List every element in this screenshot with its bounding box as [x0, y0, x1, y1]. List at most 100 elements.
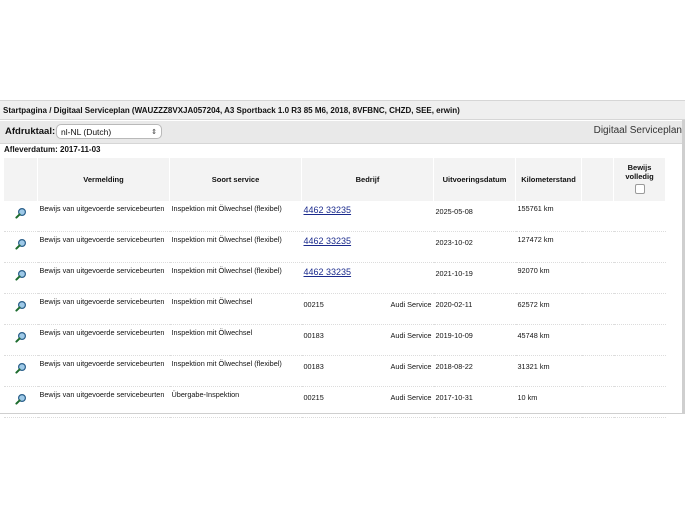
uitvoeringsdatum-cell: 2020-02-11 [433, 293, 516, 325]
table-row: Bewijs van uitgevoerde servicebeurten Ins… [3, 231, 666, 263]
soort-service-cell: Inspektion mit Ölwechsel (flexibel) [169, 262, 302, 294]
print-language-label: Afdruktaal: [5, 126, 56, 137]
table-row: Bewijs van uitgevoerde servicebeurten Übe… [3, 386, 666, 418]
table-row: Bewijs van uitgevoerde servicebeurten Ins… [3, 201, 666, 232]
header-vermelding: Vermelding [37, 158, 170, 201]
vermelding-cell: Bewijs van uitgevoerde servicebeurten [37, 324, 170, 356]
header-spacer [581, 158, 614, 201]
magnifier-icon [14, 331, 27, 345]
vermelding-cell: Bewijs van uitgevoerde servicebeurten [37, 386, 170, 418]
view-details-button[interactable] [3, 324, 38, 356]
app-title: Digitaal Serviceplan [593, 125, 682, 136]
spacer-cell [581, 201, 614, 232]
kilometerstand-cell: 127472 km [515, 231, 582, 263]
kilometerstand-cell: 62572 km [515, 293, 582, 325]
print-language-value: nl-NL (Dutch) [61, 127, 112, 137]
table-row: Bewijs van uitgevoerde servicebeurten Ins… [3, 293, 666, 325]
view-details-button[interactable] [3, 386, 38, 418]
kilometerstand-cell: 10 km [515, 386, 582, 418]
table-header-row: Vermelding Soort service Bedrijf Uitvoer… [3, 158, 666, 201]
select-all-checkbox[interactable] [634, 184, 645, 194]
bewijs-cell [613, 231, 666, 263]
company-name: Audi Service [390, 393, 432, 402]
bedrijf-cell: 00215 Audi Service [301, 293, 434, 325]
chevron-updown-icon: ⇕ [151, 129, 157, 136]
company-code: 00215 [303, 393, 324, 402]
toolbar: Afdruktaal: nl-NL (Dutch) ⇕ Digitaal Ser… [0, 121, 685, 144]
vermelding-cell: Bewijs van uitgevoerde servicebeurten [37, 231, 170, 263]
uitvoeringsdatum-cell: 2023-10-02 [433, 231, 516, 263]
bewijs-cell [613, 355, 666, 387]
bedrijf-cell: 00183 Audi Service [301, 324, 434, 356]
vermelding-cell: Bewijs van uitgevoerde servicebeurten [37, 201, 170, 232]
magnifier-icon [14, 300, 27, 314]
delivery-date: Afleverdatum: 2017-11-03 [4, 145, 101, 154]
spacer-cell [581, 293, 614, 325]
soort-service-cell: Inspektion mit Ölwechsel [169, 324, 302, 356]
table-row: Bewijs van uitgevoerde servicebeurten Ins… [3, 324, 666, 356]
bewijs-cell [613, 262, 666, 294]
kilometerstand-cell: 155761 km [515, 201, 582, 232]
company-name: Audi Service [390, 300, 432, 309]
spacer-cell [581, 262, 614, 294]
view-details-button[interactable] [3, 201, 38, 232]
header-icon-col [3, 158, 38, 201]
company-link[interactable]: 4462 33235 [304, 206, 352, 215]
spacer-cell [581, 231, 614, 263]
header-volledig-label: volledig [625, 172, 654, 181]
uitvoeringsdatum-cell: 2018-08-22 [433, 355, 516, 387]
spacer-cell [581, 324, 614, 356]
bedrijf-cell: 00183 Audi Service [301, 355, 434, 387]
spacer-cell [581, 386, 614, 418]
uitvoeringsdatum-cell: 2019-10-09 [433, 324, 516, 356]
view-details-button[interactable] [3, 262, 38, 294]
view-details-button[interactable] [3, 231, 38, 263]
soort-service-cell: Inspektion mit Ölwechsel (flexibel) [169, 201, 302, 232]
company-link[interactable]: 4462 33235 [304, 268, 352, 277]
bedrijf-cell: 4462 33235 [301, 262, 434, 294]
uitvoeringsdatum-cell: 2025-05-08 [433, 201, 516, 232]
view-details-button[interactable] [3, 293, 38, 325]
bedrijf-cell: 4462 33235 [301, 231, 434, 263]
header-bewijs-label: Bewijs [627, 163, 652, 172]
magnifier-icon [14, 207, 27, 221]
bedrijf-cell: 4462 33235 [301, 201, 434, 232]
header-soort-service: Soort service [169, 158, 302, 201]
company-link[interactable]: 4462 33235 [304, 237, 352, 246]
header-bedrijf: Bedrijf [301, 158, 434, 201]
header-bewijs-volledig: Bewijs volledig [613, 158, 666, 201]
header-uitvoeringsdatum: Uitvoeringsdatum [433, 158, 516, 201]
bewijs-cell [613, 386, 666, 418]
bedrijf-cell: 00215 Audi Service [301, 386, 434, 418]
kilometerstand-cell: 31321 km [515, 355, 582, 387]
soort-service-cell: Inspektion mit Ölwechsel (flexibel) [169, 355, 302, 387]
soort-service-cell: Übergabe-Inspektion [169, 386, 302, 418]
spacer-cell [581, 355, 614, 387]
magnifier-icon [14, 393, 27, 407]
uitvoeringsdatum-cell: 2017-10-31 [433, 386, 516, 418]
bewijs-cell [613, 324, 666, 356]
magnifier-icon [14, 362, 27, 376]
service-history-table: Vermelding Soort service Bedrijf Uitvoer… [3, 158, 666, 418]
magnifier-icon [14, 238, 27, 252]
company-name: Audi Service [390, 331, 432, 340]
bewijs-cell [613, 293, 666, 325]
soort-service-cell: Inspektion mit Ölwechsel (flexibel) [169, 231, 302, 263]
kilometerstand-cell: 45748 km [515, 324, 582, 356]
kilometerstand-cell: 92070 km [515, 262, 582, 294]
company-name: Audi Service [390, 362, 432, 371]
bewijs-cell [613, 201, 666, 232]
header-kilometerstand: Kilometerstand [515, 158, 582, 201]
vermelding-cell: Bewijs van uitgevoerde servicebeurten [37, 262, 170, 294]
vermelding-cell: Bewijs van uitgevoerde servicebeurten [37, 293, 170, 325]
company-code: 00215 [303, 300, 324, 309]
print-language-select[interactable]: nl-NL (Dutch) ⇕ [56, 124, 162, 139]
table-row: Bewijs van uitgevoerde servicebeurten Ins… [3, 262, 666, 294]
view-details-button[interactable] [3, 355, 38, 387]
uitvoeringsdatum-cell: 2021-10-19 [433, 262, 516, 294]
table-row: Bewijs van uitgevoerde servicebeurten Ins… [3, 355, 666, 387]
vermelding-cell: Bewijs van uitgevoerde servicebeurten [37, 355, 170, 387]
breadcrumb: Startpagina / Digitaal Serviceplan (WAUZ… [0, 100, 685, 120]
soort-service-cell: Inspektion mit Ölwechsel [169, 293, 302, 325]
company-code: 00183 [303, 362, 324, 371]
